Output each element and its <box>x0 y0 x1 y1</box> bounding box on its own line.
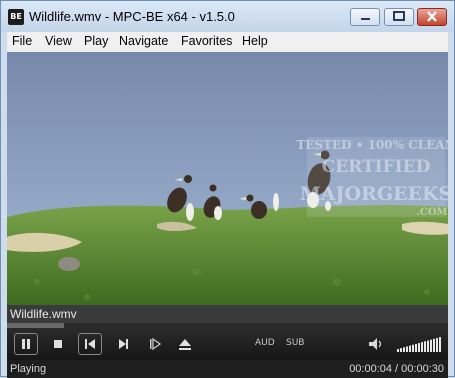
watermark-logo: TESTED • 100% CLEAN CERTIFIED MAJORGEEKS… <box>296 137 448 218</box>
menu-file[interactable]: File <box>12 34 32 48</box>
volume-bar <box>418 343 420 352</box>
status-bar: Playing 00:00:04 / 00:00:30 <box>7 360 448 378</box>
volume-bar <box>439 337 441 352</box>
player-window: BE Wildlife.wmv - MPC-BE x64 - v1.5.0 Fi… <box>0 0 455 378</box>
video-area[interactable]: TESTED • 100% CLEAN CERTIFIED MAJORGEEKS… <box>7 52 448 305</box>
volume-bar <box>406 346 408 352</box>
frame-step-button[interactable] <box>143 333 167 355</box>
volume-bar <box>421 342 423 352</box>
eject-button[interactable] <box>173 333 197 355</box>
volume-bar <box>412 344 414 352</box>
control-bar: AUD SUB <box>7 328 448 360</box>
volume-bar <box>427 340 429 352</box>
maximize-button[interactable] <box>384 8 414 26</box>
volume-bar <box>397 349 399 352</box>
stop-icon <box>54 340 62 348</box>
volume-slider[interactable] <box>397 336 443 352</box>
skip-next-icon <box>119 339 128 349</box>
frame-step-icon <box>150 337 162 351</box>
close-button[interactable] <box>417 8 447 26</box>
svg-text:MAJORGEEKS: MAJORGEEKS <box>300 183 448 205</box>
window-title: Wildlife.wmv - MPC-BE x64 - v1.5.0 <box>29 9 235 24</box>
skip-previous-icon <box>85 339 95 349</box>
volume-bar <box>430 339 432 352</box>
app-logo-icon: BE <box>8 9 24 25</box>
stop-button[interactable] <box>46 333 70 355</box>
maximize-icon <box>393 11 405 21</box>
title-bar[interactable]: BE Wildlife.wmv - MPC-BE x64 - v1.5.0 <box>1 1 454 32</box>
menu-help[interactable]: Help <box>242 34 268 48</box>
filename-bar: Wildlife.wmv <box>7 305 448 325</box>
menu-bar: File View Play Navigate Favorites Help <box>7 32 448 52</box>
previous-button[interactable] <box>78 333 102 355</box>
svg-text:.COM: .COM <box>416 207 447 218</box>
eject-icon <box>179 339 191 350</box>
minimize-button[interactable] <box>350 8 380 26</box>
next-button[interactable] <box>111 333 135 355</box>
svg-text:CERTIFIED: CERTIFIED <box>322 157 431 177</box>
minimize-icon <box>361 18 370 20</box>
pause-icon <box>22 339 30 349</box>
volume-bar <box>424 341 426 352</box>
menu-view[interactable]: View <box>45 34 72 48</box>
time-display: 00:00:04 / 00:00:30 <box>349 363 444 375</box>
mute-button[interactable] <box>364 333 388 355</box>
speaker-icon <box>369 338 382 350</box>
volume-bar <box>400 348 402 352</box>
subtitle-button[interactable]: SUB <box>286 338 304 348</box>
menu-play[interactable]: Play <box>84 34 108 48</box>
video-frame: TESTED • 100% CLEAN CERTIFIED MAJORGEEKS… <box>7 52 448 305</box>
svg-text:TESTED • 100% CLEAN: TESTED • 100% CLEAN <box>296 138 448 152</box>
volume-bar <box>415 343 417 352</box>
menu-favorites[interactable]: Favorites <box>181 34 232 48</box>
audio-track-button[interactable]: AUD <box>255 338 275 348</box>
close-icon <box>427 11 437 22</box>
filename-label: Wildlife.wmv <box>10 307 77 321</box>
pause-button[interactable] <box>14 333 38 355</box>
playback-status: Playing <box>10 363 47 375</box>
volume-bar <box>433 338 435 352</box>
volume-bar <box>409 345 411 352</box>
volume-bar <box>403 347 405 352</box>
volume-bar <box>436 337 438 352</box>
menu-navigate[interactable]: Navigate <box>119 34 168 48</box>
